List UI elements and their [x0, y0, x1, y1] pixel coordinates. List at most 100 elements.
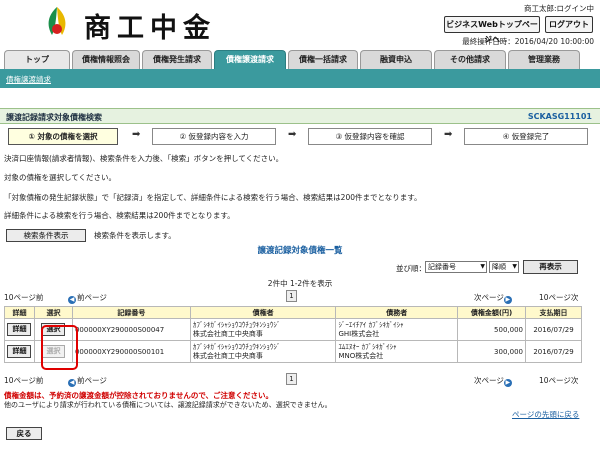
- debtor-name: MNO株式会社: [338, 351, 384, 360]
- creditor-name: 株式会社商工中央商事: [192, 329, 263, 338]
- highlight-box: [41, 325, 78, 370]
- search-conditions-note: 検索条件を表示します。: [94, 231, 176, 240]
- next-page-label: 次ページ: [474, 376, 504, 385]
- step-3: ③ 仮登録内容を確認: [308, 128, 432, 145]
- subnav: 債権譲渡請求: [0, 72, 600, 88]
- subnav-link-transfer[interactable]: 債権譲渡請求: [6, 74, 51, 85]
- due-date: 2016/07/29: [525, 340, 582, 363]
- creditor-cell: ｶﾌﾞｼｷｶﾞｲｼｬｼｮｳｺｳﾁｭｳｷﾝｼｮｳｼﾞ 株式会社商工中央商事: [189, 340, 337, 363]
- tab-top[interactable]: トップ: [4, 50, 70, 69]
- instruction-text: 「対象債権の発生記録状態」で「記録済」を指定して、詳細条件による検索を行う場合、…: [4, 193, 422, 202]
- prev-page-label: 前ページ: [77, 376, 107, 385]
- detail-button[interactable]: 詳細: [7, 345, 32, 358]
- col-creditor: 債権者: [189, 306, 337, 319]
- arrow-icon: ➡: [132, 129, 141, 140]
- page-number[interactable]: 1: [286, 290, 297, 302]
- next-page: 次ページ ▶: [474, 375, 513, 387]
- debtor-kana: ｼﾞｰｴｲﾁｱｲ ｶﾌﾞｼｷｶﾞｲｼｬ: [338, 320, 404, 329]
- instruction-text: 詳細条件による検索を行う場合、検索結果は200件までとなります。: [4, 211, 235, 220]
- col-detail: 詳細: [4, 306, 35, 319]
- debtor-name: GHI株式会社: [338, 329, 380, 338]
- next-10-pages: 10ページ次: [539, 293, 579, 302]
- creditor-kana: ｶﾌﾞｼｷｶﾞｲｼｬｼｮｳｺｳﾁｭｳｷﾝｼｮｳｼﾞ: [192, 320, 281, 329]
- page-top-link[interactable]: ページの先頭に戻る: [512, 409, 579, 420]
- header: 商工中金 商工太郎:ログイン中 ビジネスWebトップページへ ログアウト 最終操…: [0, 0, 600, 48]
- col-amount: 債権金額(円): [457, 306, 526, 319]
- col-select: 選択: [33, 306, 73, 319]
- show-search-conditions-button[interactable]: 検索条件表示: [6, 229, 86, 242]
- page-number[interactable]: 1: [286, 373, 297, 385]
- pager-top: 10ページ前 ◀ 前ページ 1 次ページ ▶ 10ページ次: [0, 290, 600, 304]
- step-1: ① 対象の債権を選択: [8, 128, 118, 145]
- amount: 500,000: [457, 318, 526, 341]
- step-2: ② 仮登録内容を入力: [152, 128, 276, 145]
- prev-arrow-icon: ◀: [68, 379, 76, 387]
- tab-other[interactable]: その他請求: [434, 50, 506, 69]
- due-date: 2016/07/29: [525, 318, 582, 341]
- instruction-text: 対象の債権を選択してください。: [4, 173, 117, 182]
- prev-10-pages: 10ページ前: [4, 293, 44, 302]
- tab-credit-info[interactable]: 債権情報照会: [72, 50, 140, 69]
- main-tabs: トップ 債権情報照会 債権発生請求 債権譲渡請求 債権一括請求 融資申込 その他…: [0, 50, 600, 70]
- amount: 300,000: [457, 340, 526, 363]
- tab-admin[interactable]: 管理業務: [508, 50, 580, 69]
- logout-button[interactable]: ログアウト: [545, 16, 593, 33]
- logo-icon: [48, 7, 66, 35]
- last-operation: 最終操作日時：2016/04/20 10:00:00: [462, 37, 594, 46]
- detail-cell: 詳細: [4, 318, 35, 341]
- back-button[interactable]: 戻る: [6, 427, 42, 440]
- detail-button[interactable]: 詳細: [7, 323, 32, 336]
- step-4: ④ 仮登録完了: [464, 128, 588, 145]
- credit-table: 詳細 選択 記録番号 債権者 債務者 債権金額(円) 支払期日 詳細 選択 00…: [4, 306, 582, 363]
- col-record-no: 記録番号: [71, 306, 191, 319]
- prev-10-pages: 10ページ前: [4, 376, 44, 385]
- instruction-text: 決済口座情報(請求者情報)、検索条件を入力後、「検索」ボタンを押してください。: [4, 154, 284, 163]
- list-title: 譲渡記録対象債権一覧: [257, 246, 343, 256]
- result-count: 2件中 1-2件を表示: [267, 279, 333, 288]
- user-status: 商工太郎:ログイン中: [523, 4, 594, 13]
- col-debtor: 債務者: [335, 306, 459, 319]
- arrow-icon: ➡: [444, 129, 453, 140]
- page-title: 譲渡記録請求対象債権検索: [6, 113, 102, 122]
- next-10-pages: 10ページ次: [539, 376, 579, 385]
- pager-bottom: 10ページ前 ◀ 前ページ 1 次ページ ▶ 10ページ次: [0, 373, 600, 387]
- prev-arrow-icon: ◀: [68, 296, 76, 304]
- logo-text: 商工中金: [84, 13, 216, 44]
- screen-code: SCKASG11101: [527, 112, 592, 121]
- sort-order-select[interactable]: 降順 ▼: [489, 261, 519, 273]
- record-no: 000000XY290000S00101: [71, 340, 191, 363]
- biz-top-button[interactable]: ビジネスWebトップページへ: [444, 16, 540, 44]
- prev-page: ◀ 前ページ: [68, 292, 107, 304]
- selection-note: 他のユーザにより請求が行われている債権については、譲渡記録請求ができないため、選…: [4, 401, 332, 409]
- tab-loan[interactable]: 融資申込: [360, 50, 432, 69]
- next-page-label: 次ページ: [474, 293, 504, 302]
- debtor-cell: ｼﾞｰｴｲﾁｱｲ ｶﾌﾞｼｷｶﾞｲｼｬ GHI株式会社: [335, 318, 459, 341]
- sort-label: 並び順：: [396, 264, 426, 273]
- table-row: 詳細 選択 000000XY290000S00047 ｶﾌﾞｼｷｶﾞｲｼｬｼｮｳ…: [4, 318, 582, 341]
- sort-order-value: 降順: [492, 263, 506, 271]
- debtor-cell: ｴﾑｴﾇｵｰ ｶﾌﾞｼｷｶﾞｲｼｬ MNO株式会社: [335, 340, 459, 363]
- tab-credit-issue[interactable]: 債権発生請求: [142, 50, 212, 69]
- tab-bulk-request[interactable]: 債権一括請求: [288, 50, 358, 69]
- chevron-down-icon: ▼: [512, 263, 517, 270]
- detail-cell: 詳細: [4, 340, 35, 363]
- next-arrow-icon: ▶: [503, 379, 512, 387]
- creditor-kana: ｶﾌﾞｼｷｶﾞｲｼｬｼｮｳｺｳﾁｭｳｷﾝｼｮｳｼﾞ: [192, 342, 281, 351]
- debtor-kana: ｴﾑｴﾇｵｰ ｶﾌﾞｼｷｶﾞｲｼｬ: [338, 342, 397, 351]
- step-indicator: ① 対象の債権を選択 ➡ ② 仮登録内容を入力 ➡ ③ 仮登録内容を確認 ➡ ④…: [8, 128, 594, 146]
- prev-page-label: 前ページ: [77, 293, 107, 302]
- redisplay-button[interactable]: 再表示: [523, 260, 578, 274]
- arrow-icon: ➡: [288, 129, 297, 140]
- creditor-name: 株式会社商工中央商事: [192, 351, 263, 360]
- sort-field-select[interactable]: 記録番号 ▼: [425, 261, 487, 273]
- page-title-bar: 譲渡記録請求対象債権検索 SCKASG11101: [0, 108, 600, 124]
- tab-credit-transfer[interactable]: 債権譲渡請求: [214, 50, 286, 69]
- col-due-date: 支払期日: [525, 306, 582, 319]
- next-arrow-icon: ▶: [503, 296, 512, 304]
- next-page: 次ページ ▶: [474, 292, 513, 304]
- record-no: 000000XY290000S00047: [71, 318, 191, 341]
- table-row: 詳細 選択 000000XY290000S00101 ｶﾌﾞｼｷｶﾞｲｼｬｼｮｳ…: [4, 340, 582, 363]
- chevron-down-icon: ▼: [480, 263, 485, 270]
- creditor-cell: ｶﾌﾞｼｷｶﾞｲｼｬｼｮｳｺｳﾁｭｳｷﾝｼｮｳｼﾞ 株式会社商工中央商事: [189, 318, 337, 341]
- prev-page: ◀ 前ページ: [68, 375, 107, 387]
